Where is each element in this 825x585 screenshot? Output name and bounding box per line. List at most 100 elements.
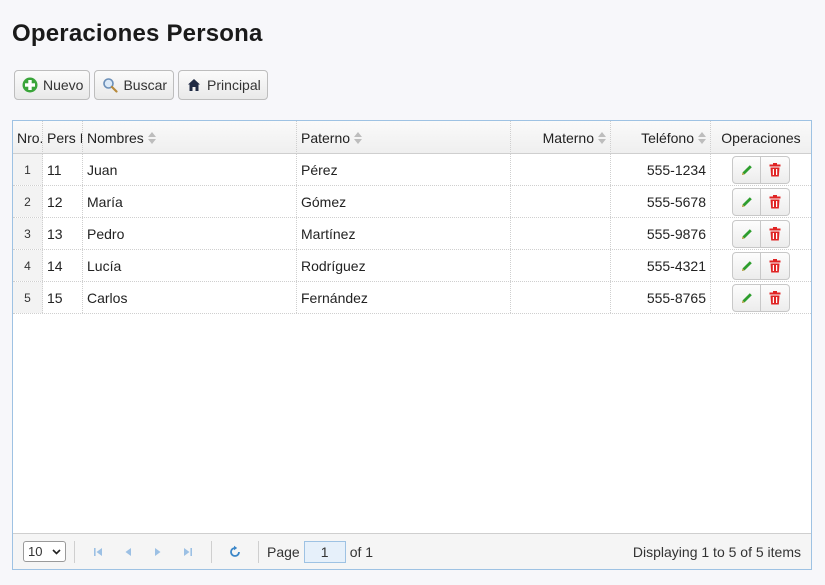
cell-telefono: 555-9876 (611, 218, 711, 249)
sort-icon (147, 131, 156, 144)
cell-paterno: Fernández (297, 282, 511, 313)
column-header-pers-id[interactable]: Pers Id (43, 121, 83, 154)
column-header-materno[interactable]: Materno (511, 121, 611, 154)
divider (211, 540, 212, 563)
next-page-button[interactable] (147, 541, 169, 563)
first-page-icon (94, 547, 102, 556)
delete-button[interactable] (761, 251, 790, 280)
cell-telefono: 555-8765 (611, 282, 711, 313)
last-page-icon (184, 547, 192, 556)
cell-telefono: 555-5678 (611, 186, 711, 217)
persona-grid: Nro. Pers Id Nombres Paterno Materno Tel… (12, 120, 812, 570)
previous-page-icon (125, 547, 131, 556)
column-header-operaciones: Operaciones (721, 129, 801, 146)
column-header-telefono[interactable]: Teléfono (611, 121, 711, 154)
column-header-nro: Nro. (13, 121, 43, 154)
nuevo-button[interactable]: Nuevo (14, 70, 91, 100)
search-icon (101, 76, 119, 94)
pagination-info: Displaying 1 to 5 of 5 items (632, 543, 801, 560)
row-number: 4 (13, 250, 43, 281)
divider (74, 540, 75, 563)
delete-button[interactable] (761, 187, 790, 216)
cell-pers-id: 14 (43, 250, 83, 281)
pagination-bar: 10 Page 1 of 1 Displaying 1 to 5 of 5 it… (13, 533, 811, 569)
cell-pers-id: 13 (43, 218, 83, 249)
cell-paterno: Rodríguez (297, 250, 511, 281)
cell-pers-id: 11 (43, 154, 83, 185)
page-title: Operaciones Persona (12, 20, 263, 47)
grid-header: Nro. Pers Id Nombres Paterno Materno Tel… (13, 121, 811, 154)
delete-button[interactable] (761, 155, 790, 184)
cell-paterno: Martínez (297, 218, 511, 249)
cell-nombres: María (83, 186, 297, 217)
principal-button[interactable]: Principal (178, 70, 268, 100)
row-number: 5 (13, 282, 43, 313)
edit-button[interactable] (732, 187, 761, 216)
cell-nombres: Juan (83, 154, 297, 185)
table-row[interactable]: 2 12 María Gómez 555-5678 (13, 186, 811, 218)
pencil-icon (741, 260, 752, 271)
page-label: Page (267, 543, 300, 560)
cell-pers-id: 12 (43, 186, 83, 217)
cell-pers-id: 15 (43, 282, 83, 313)
trash-icon (769, 258, 781, 272)
row-number: 1 (13, 154, 43, 185)
cell-operaciones (711, 154, 811, 185)
edit-button[interactable] (732, 219, 761, 248)
cell-operaciones (711, 218, 811, 249)
sort-icon (354, 131, 363, 144)
cell-materno (511, 218, 611, 249)
next-page-icon (155, 547, 161, 556)
delete-button[interactable] (761, 219, 790, 248)
first-page-button[interactable] (87, 541, 109, 563)
cell-materno (511, 282, 611, 313)
cell-paterno: Gómez (297, 186, 511, 217)
refresh-button[interactable] (224, 541, 246, 563)
edit-button[interactable] (732, 283, 761, 312)
toolbar: Nuevo Buscar Principal (14, 70, 268, 100)
grid-body: 1 11 Juan Pérez 555-1234 2 12 María Góme… (13, 154, 811, 314)
sort-icon (698, 131, 706, 144)
cell-paterno: Pérez (297, 154, 511, 185)
edit-button[interactable] (732, 251, 761, 280)
divider (258, 540, 259, 563)
pencil-icon (741, 292, 752, 303)
cell-operaciones (711, 282, 811, 313)
cell-operaciones (711, 250, 811, 281)
row-number: 2 (13, 186, 43, 217)
edit-button[interactable] (732, 155, 761, 184)
buscar-label: Buscar (123, 77, 168, 93)
page-number-input[interactable]: 1 (303, 540, 346, 563)
table-row[interactable]: 4 14 Lucía Rodríguez 555-4321 (13, 250, 811, 282)
page-size-select[interactable]: 10 (23, 541, 66, 562)
plus-icon (21, 76, 39, 94)
buscar-button[interactable]: Buscar (94, 70, 175, 100)
last-page-button[interactable] (177, 541, 199, 563)
pencil-icon (741, 196, 752, 207)
cell-materno (511, 250, 611, 281)
principal-label: Principal (207, 77, 261, 93)
trash-icon (769, 194, 781, 208)
cell-telefono: 555-4321 (611, 250, 711, 281)
column-header-paterno[interactable]: Paterno (297, 121, 511, 154)
sort-icon (598, 131, 606, 144)
cell-materno (511, 186, 611, 217)
nuevo-label: Nuevo (43, 77, 84, 93)
table-row[interactable]: 1 11 Juan Pérez 555-1234 (13, 154, 811, 186)
column-header-nombres[interactable]: Nombres (83, 121, 297, 154)
trash-icon (769, 290, 781, 304)
row-number: 3 (13, 218, 43, 249)
table-row[interactable]: 3 13 Pedro Martínez 555-9876 (13, 218, 811, 250)
pencil-icon (741, 164, 752, 175)
page-size-value: 10 (28, 544, 43, 559)
delete-button[interactable] (761, 283, 790, 312)
cell-operaciones (711, 186, 811, 217)
cell-nombres: Carlos (83, 282, 297, 313)
pencil-icon (741, 228, 752, 239)
page-of-label: of 1 (349, 543, 374, 560)
previous-page-button[interactable] (117, 541, 139, 563)
cell-nombres: Lucía (83, 250, 297, 281)
cell-materno (511, 154, 611, 185)
cell-nombres: Pedro (83, 218, 297, 249)
table-row[interactable]: 5 15 Carlos Fernández 555-8765 (13, 282, 811, 314)
